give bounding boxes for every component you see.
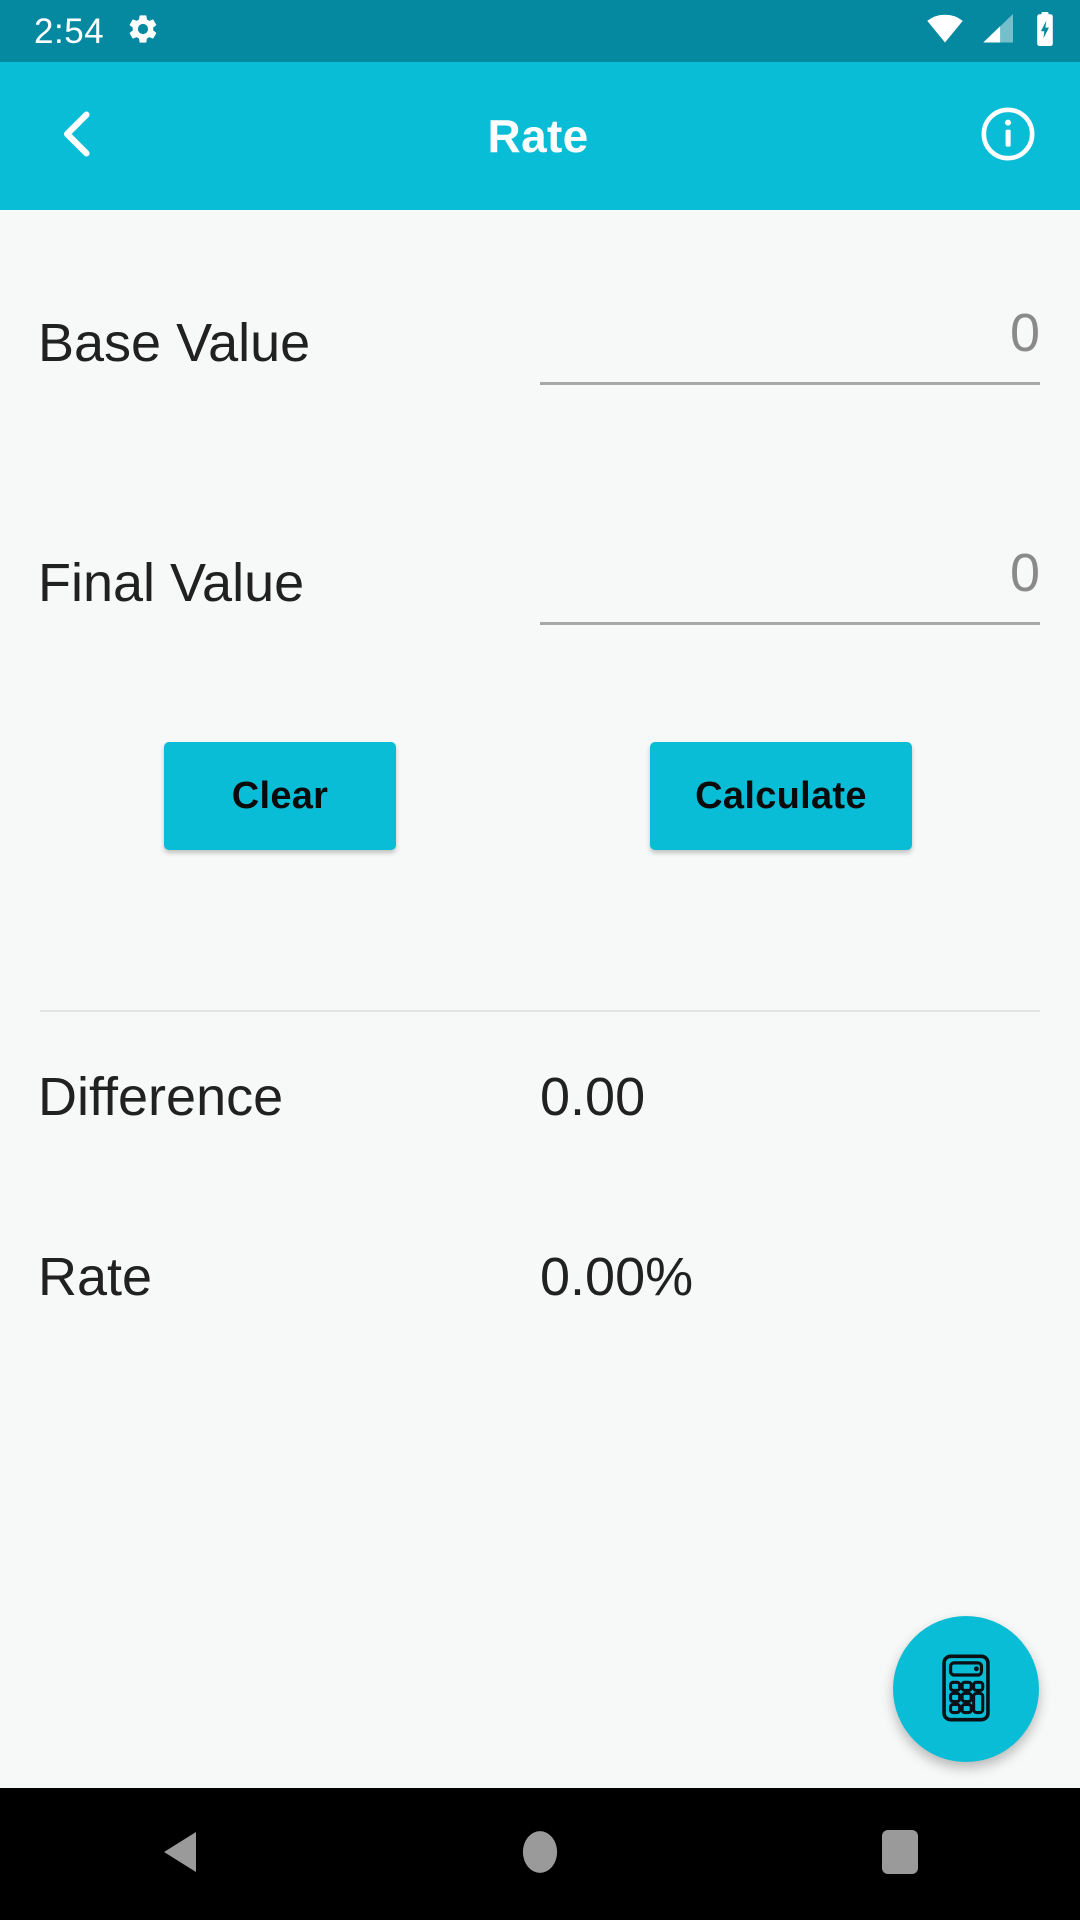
nav-back-button[interactable] [0, 1788, 360, 1920]
info-button[interactable] [966, 94, 1050, 178]
back-button[interactable] [36, 94, 120, 178]
base-value-label: Base Value [38, 313, 311, 373]
recents-square-icon [881, 1829, 919, 1880]
final-value-row: Final Value [0, 508, 1080, 688]
info-circle-icon [979, 105, 1037, 168]
home-circle-icon [521, 1828, 559, 1881]
difference-row: Difference 0.00 [0, 1070, 1080, 1180]
main-content: Base Value Final Value Clear Calculate D… [0, 210, 1080, 1788]
wifi-icon [926, 14, 964, 49]
rate-value: 0.00% [540, 1247, 694, 1307]
base-value-row: Base Value [0, 268, 1080, 448]
chevron-left-icon [49, 105, 107, 168]
battery-charging-icon [1032, 11, 1058, 51]
clear-button[interactable]: Clear [164, 742, 396, 850]
page-title: Rate [487, 110, 589, 162]
gear-icon [126, 12, 160, 51]
final-value-input[interactable] [540, 542, 1040, 625]
action-button-row: Clear Calculate [0, 742, 1080, 862]
nav-recents-button[interactable] [720, 1788, 1080, 1920]
results-divider [40, 1010, 1040, 1012]
app-bar: Rate [0, 62, 1080, 210]
calculate-button[interactable]: Calculate [650, 742, 912, 850]
cellular-signal-icon [980, 13, 1016, 49]
calculator-fab[interactable] [893, 1616, 1039, 1762]
difference-label: Difference [38, 1067, 284, 1127]
base-value-input-wrapper [540, 302, 1040, 385]
nav-home-button[interactable] [360, 1788, 720, 1920]
status-bar: 2:54 [0, 0, 1080, 62]
status-bar-notification-icons [126, 12, 160, 51]
difference-value: 0.00 [540, 1067, 646, 1127]
calculator-icon [927, 1649, 1005, 1730]
final-value-label: Final Value [38, 553, 305, 613]
status-bar-system-icons [926, 11, 1058, 51]
status-bar-clock: 2:54 [34, 11, 105, 51]
back-triangle-icon [160, 1830, 200, 1879]
final-value-input-wrapper [540, 542, 1040, 625]
base-value-input[interactable] [540, 302, 1040, 385]
rate-label: Rate [38, 1247, 153, 1307]
android-navigation-bar [0, 1788, 1080, 1920]
rate-row: Rate 0.00% [0, 1250, 1080, 1360]
